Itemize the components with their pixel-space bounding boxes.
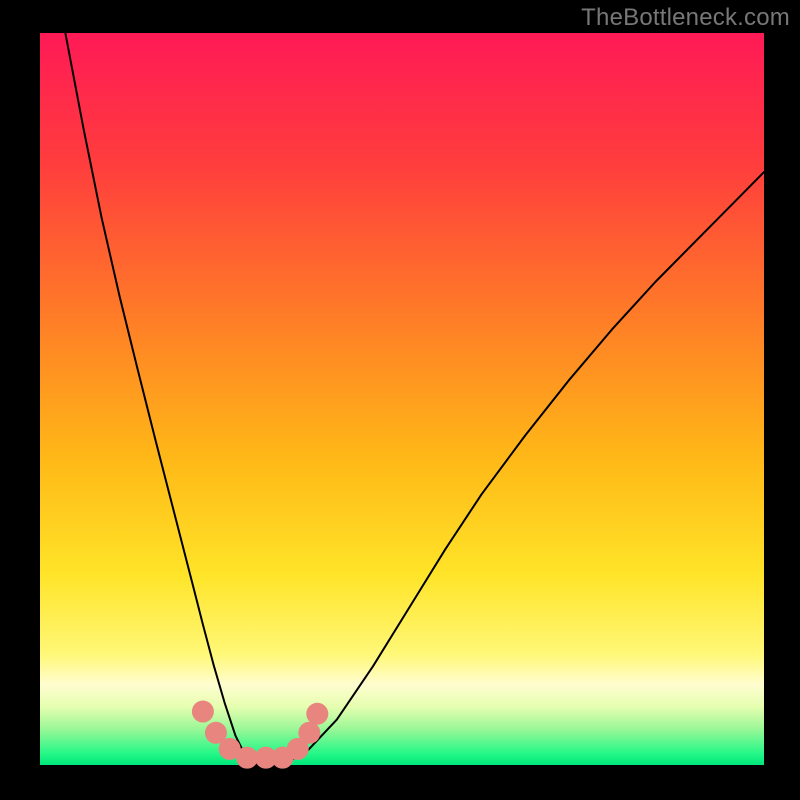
plot-svg [0, 0, 800, 800]
marker-dot [306, 703, 328, 725]
marker-dot [298, 722, 320, 744]
marker-dot [236, 747, 258, 769]
plot-background [40, 33, 764, 765]
watermark-label: TheBottleneck.com [581, 4, 790, 32]
chart-frame: TheBottleneck.com [0, 0, 800, 800]
marker-dot [192, 701, 214, 723]
